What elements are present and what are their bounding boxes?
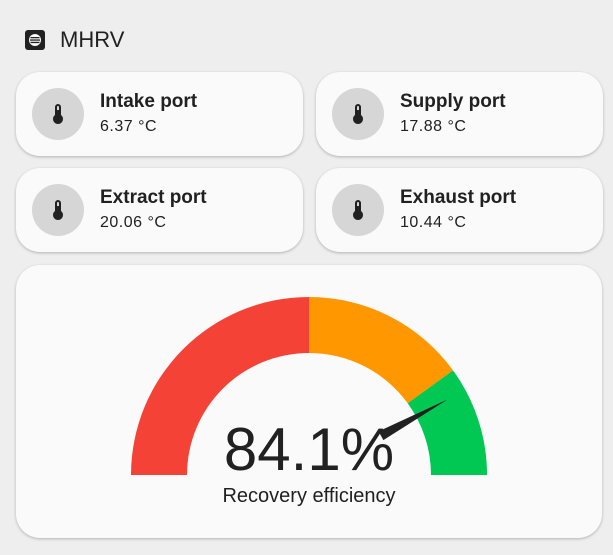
tile-name: Exhaust port <box>400 187 517 208</box>
tile-value: 17.88 °C <box>400 118 467 135</box>
card-header: MHRV <box>24 26 124 54</box>
gauge-card[interactable]: 84.1% Recovery efficiency <box>16 265 602 538</box>
tile-text: Extract port 20.06 °C <box>100 186 207 234</box>
tile-exhaust-port[interactable]: Exhaust port 10.44 °C <box>316 168 603 252</box>
page-title: MHRV <box>60 27 125 52</box>
tile-name: Extract port <box>100 187 207 208</box>
thermometer-icon <box>332 88 384 140</box>
tile-intake-port[interactable]: Intake port 6.37 °C <box>16 72 303 156</box>
thermometer-icon <box>32 184 84 236</box>
tile-name: Supply port <box>400 91 506 112</box>
tile-value: 20.06 °C <box>100 214 167 231</box>
tile-value: 6.37 °C <box>100 118 158 135</box>
gauge-value: 84.1% <box>223 416 395 483</box>
thermometer-icon <box>32 88 84 140</box>
tile-text: Intake port 6.37 °C <box>100 90 197 138</box>
gauge-label: Recovery efficiency <box>222 485 396 507</box>
tile-name: Intake port <box>100 91 198 112</box>
tile-text: Exhaust port 10.44 °C <box>400 186 516 234</box>
tile-value: 10.44 °C <box>400 214 467 231</box>
tile-extract-port[interactable]: Extract port 20.06 °C <box>16 168 303 252</box>
tile-supply-port[interactable]: Supply port 17.88 °C <box>316 72 603 156</box>
hrv-fan-icon <box>24 29 46 51</box>
tile-text: Supply port 17.88 °C <box>400 90 506 138</box>
thermometer-icon <box>332 184 384 236</box>
